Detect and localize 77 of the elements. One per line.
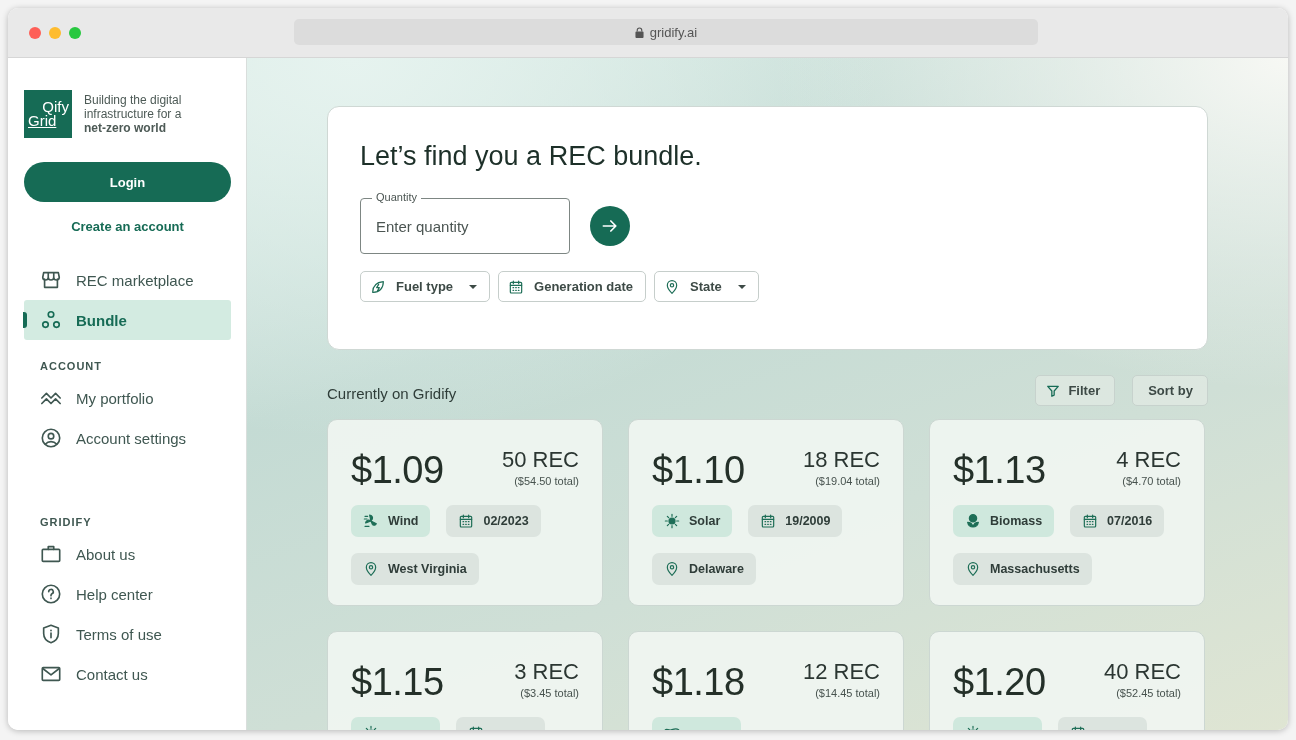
nav-item[interactable]: About us	[24, 534, 231, 574]
date-tag: 02/2023	[446, 505, 541, 537]
price: $1.09	[351, 449, 444, 492]
total-price: ($14.45 total)	[815, 687, 880, 699]
filter-dropdown[interactable]: Fuel type	[360, 271, 491, 302]
flower-icon	[965, 513, 981, 529]
nav-item[interactable]: REC marketplace	[24, 260, 231, 300]
price: $1.20	[953, 661, 1046, 704]
filter-dropdown[interactable]: State	[654, 271, 759, 302]
date-tag: 07/2016	[1070, 505, 1165, 537]
listing-card[interactable]: $1.15 3 REC ($3.45 total)	[327, 631, 603, 730]
quantity: 40 REC	[1103, 659, 1181, 685]
quantity: 12 REC	[802, 659, 880, 685]
login-button[interactable]: Login	[24, 162, 231, 202]
leaf-bolt-icon	[370, 278, 386, 295]
user-icon	[40, 427, 62, 449]
total-price: ($4.70 total)	[1122, 475, 1181, 487]
state-tag: West Virginia	[351, 553, 479, 585]
listing-card[interactable]: $1.13 4 REC ($4.70 total) Biomass 07/2016 Massachusetts	[929, 419, 1205, 606]
date-tag: 19/2009	[748, 505, 843, 537]
nav-item[interactable]: Terms of use	[24, 614, 231, 654]
tagline: Building the digital infrastructure for a net-zero world	[84, 93, 183, 135]
state-tag: Delaware	[652, 553, 756, 585]
price: $1.13	[953, 449, 1046, 492]
submit-button[interactable]	[590, 206, 630, 246]
nav-item[interactable]: Contact us	[24, 654, 231, 694]
listing-card[interactable]: $1.10 18 REC ($19.04 total) Solar 19/2009 Delaware	[628, 419, 904, 606]
listing-card[interactable]: $1.18 12 REC ($14.45 total)	[628, 631, 904, 730]
listing-card[interactable]: $1.09 50 REC ($54.50 total) Wind 02/2023 West Virginia	[327, 419, 603, 606]
location-pin-icon	[664, 561, 680, 577]
listing-card[interactable]: $1.20 40 REC ($52.45 total)	[929, 631, 1205, 730]
caret-icon	[469, 284, 478, 289]
create-account-link[interactable]: Create an account	[71, 219, 184, 234]
sort-button[interactable]: Sort by	[1132, 375, 1208, 406]
close-window-button[interactable]	[29, 26, 41, 39]
nav-item[interactable]: Help center	[24, 574, 231, 614]
caret-icon	[737, 284, 746, 289]
url-text: gridify.ai	[649, 24, 698, 40]
filter-dropdown[interactable]: Generation date	[498, 271, 647, 302]
state-tag: Massachusetts	[953, 553, 1092, 585]
lock-icon	[634, 26, 644, 38]
field-label: Quantity	[372, 191, 421, 204]
fuel-tag: Biomass	[953, 505, 1055, 537]
shield-icon	[40, 623, 62, 645]
wind-turbine-icon	[363, 513, 379, 529]
filter-button[interactable]: Filter	[1035, 375, 1116, 406]
search-title: Let’s find you a REC bundle.	[360, 141, 703, 172]
location-pin-icon	[965, 561, 981, 577]
listing-heading: Currently on Gridify	[327, 385, 457, 402]
nav-item[interactable]: My portfolio	[24, 378, 231, 418]
total-price: ($52.45 total)	[1116, 687, 1181, 699]
help-icon	[40, 583, 62, 605]
logo[interactable]: Qify Grid	[24, 90, 72, 138]
minimize-window-button[interactable]	[49, 26, 61, 39]
nav-item[interactable]: Bundle	[24, 300, 231, 340]
quantity: 4 REC	[1116, 447, 1181, 473]
briefcase-icon	[40, 543, 62, 565]
price: $1.18	[652, 661, 745, 704]
total-price: ($3.45 total)	[520, 687, 579, 699]
section-heading: ACCOUNT	[39, 359, 103, 374]
nav-item[interactable]: Account settings	[24, 418, 231, 458]
fuel-tag: Wind	[351, 505, 431, 537]
total-price: ($19.04 total)	[815, 475, 880, 487]
filter-icon	[1046, 383, 1061, 398]
address-bar[interactable]: gridify.ai	[294, 19, 1038, 45]
bundle-icon	[40, 309, 62, 331]
quantity: 18 REC	[802, 447, 880, 473]
price: $1.15	[351, 661, 444, 704]
fuel-tag: Solar	[652, 505, 733, 537]
quantity: 3 REC	[514, 659, 579, 685]
maximize-window-button[interactable]	[69, 26, 81, 39]
price: $1.10	[652, 449, 745, 492]
location-pin-icon	[363, 561, 379, 577]
section-heading: GRIDIFY	[39, 515, 93, 530]
storefront-icon	[40, 269, 62, 291]
quantity: 50 REC	[501, 447, 579, 473]
total-price: ($54.50 total)	[514, 475, 579, 487]
